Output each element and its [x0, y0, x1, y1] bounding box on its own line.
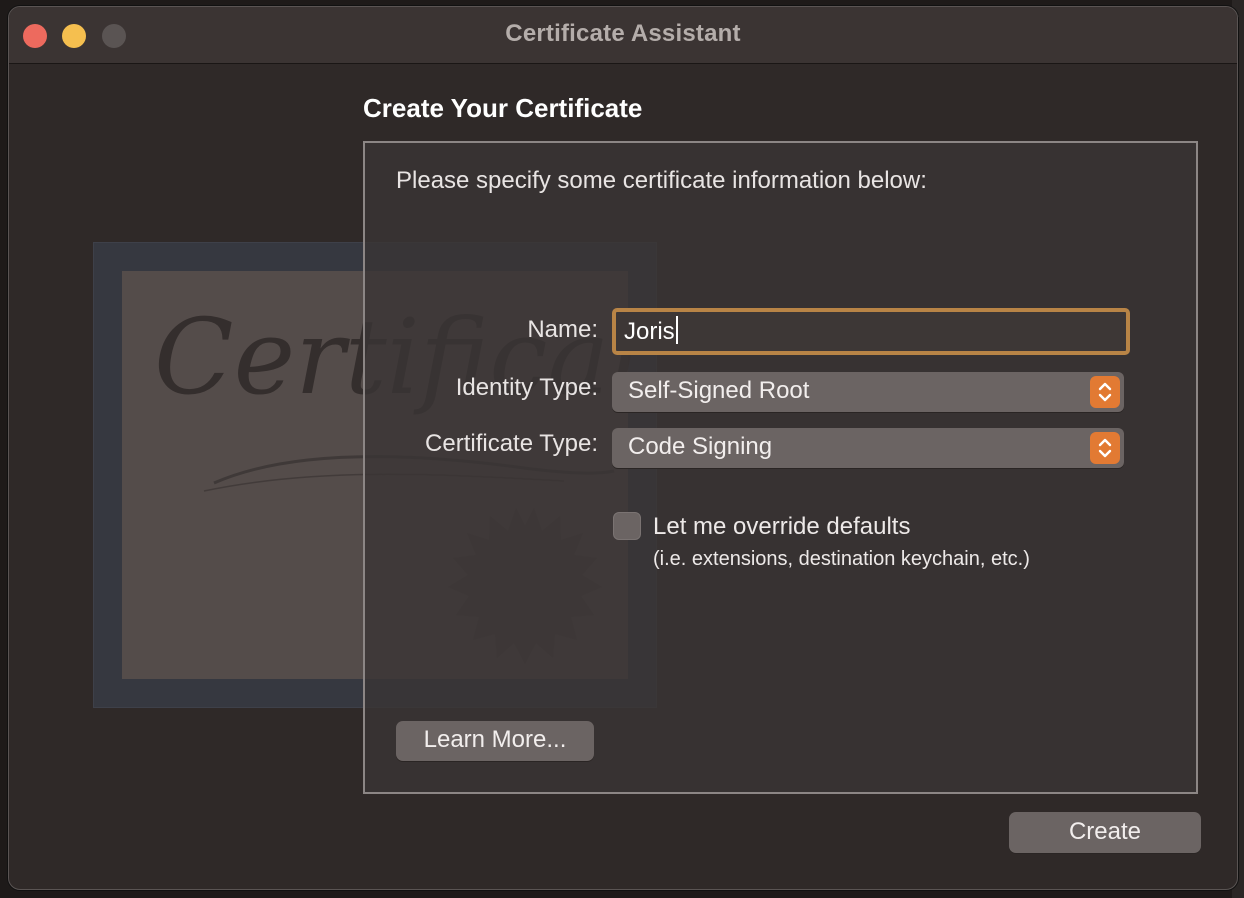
chevron-up-down-icon	[1090, 376, 1120, 408]
intro-text: Please specify some certificate informat…	[396, 167, 927, 194]
certificate-type-value: Code Signing	[628, 433, 773, 460]
identity-type-popup[interactable]: Self-Signed Root	[612, 372, 1124, 412]
chevron-up-down-icon	[1090, 432, 1120, 464]
text-caret	[675, 316, 678, 344]
name-label: Name:	[527, 316, 598, 343]
override-defaults-hint: (i.e. extensions, destination keychain, …	[653, 548, 1030, 570]
name-field-value: Joris	[624, 318, 675, 345]
title-bar[interactable]: Certificate Assistant	[9, 7, 1237, 64]
identity-type-value: Self-Signed Root	[628, 377, 810, 404]
certificate-type-label: Certificate Type:	[425, 430, 598, 457]
certificate-type-popup[interactable]: Code Signing	[612, 428, 1124, 468]
certificate-assistant-window: Certificate Assistant Certificate Create…	[8, 6, 1238, 890]
learn-more-button[interactable]: Learn More...	[396, 721, 594, 761]
form-panel: Please specify some certificate informat…	[363, 141, 1198, 794]
identity-type-label: Identity Type:	[455, 374, 598, 401]
create-button[interactable]: Create	[1009, 812, 1201, 853]
override-defaults-checkbox[interactable]	[613, 512, 641, 540]
page-title: Create Your Certificate	[363, 93, 643, 123]
override-defaults-label[interactable]: Let me override defaults	[653, 513, 910, 541]
window-title: Certificate Assistant	[505, 20, 741, 47]
name-field[interactable]: Joris	[612, 308, 1130, 355]
